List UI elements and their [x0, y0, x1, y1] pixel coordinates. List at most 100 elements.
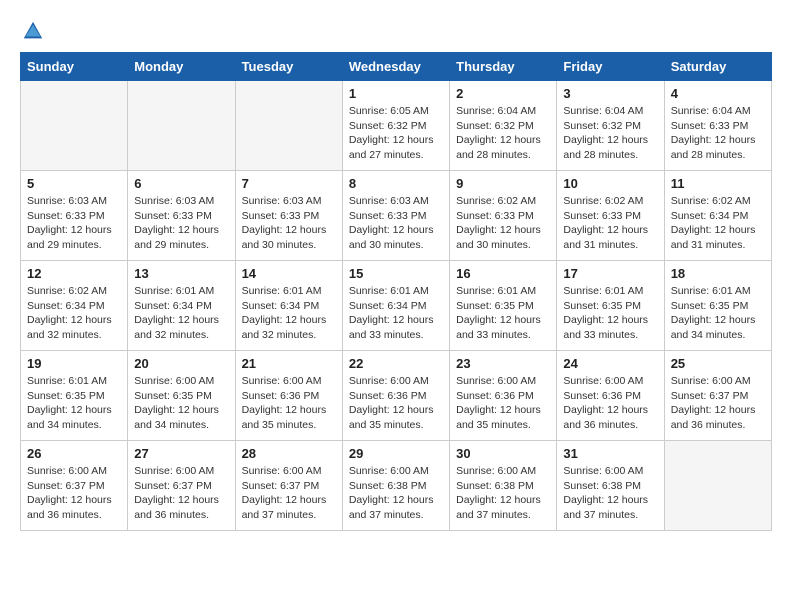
calendar-cell: 7 Sunrise: 6:03 AMSunset: 6:33 PMDaylight…: [235, 171, 342, 261]
day-number: 11: [671, 176, 765, 191]
calendar-cell: 24 Sunrise: 6:00 AMSunset: 6:36 PMDayligh…: [557, 351, 664, 441]
day-info: Sunrise: 6:00 AMSunset: 6:38 PMDaylight:…: [456, 464, 550, 523]
day-number: 18: [671, 266, 765, 281]
page-header: [20, 20, 772, 42]
day-info: Sunrise: 6:04 AMSunset: 6:32 PMDaylight:…: [456, 104, 550, 163]
calendar-header-friday: Friday: [557, 53, 664, 81]
calendar-cell: 15 Sunrise: 6:01 AMSunset: 6:34 PMDayligh…: [342, 261, 449, 351]
day-number: 7: [242, 176, 336, 191]
day-info: Sunrise: 6:02 AMSunset: 6:33 PMDaylight:…: [456, 194, 550, 253]
calendar-cell: 17 Sunrise: 6:01 AMSunset: 6:35 PMDayligh…: [557, 261, 664, 351]
day-number: 31: [563, 446, 657, 461]
calendar-header-row: SundayMondayTuesdayWednesdayThursdayFrid…: [21, 53, 772, 81]
day-number: 8: [349, 176, 443, 191]
day-number: 10: [563, 176, 657, 191]
calendar-week-row-1: 1 Sunrise: 6:05 AMSunset: 6:32 PMDaylight…: [21, 81, 772, 171]
day-number: 22: [349, 356, 443, 371]
calendar-cell: [664, 441, 771, 531]
day-number: 16: [456, 266, 550, 281]
calendar-cell: 13Sunrise: 6:01 AMSunset: 6:34 PMDayligh…: [128, 261, 235, 351]
day-number: 21: [242, 356, 336, 371]
calendar-cell: 16 Sunrise: 6:01 AMSunset: 6:35 PMDayligh…: [450, 261, 557, 351]
day-info: Sunrise: 6:00 AMSunset: 6:36 PMDaylight:…: [242, 374, 336, 433]
day-number: 15: [349, 266, 443, 281]
calendar-cell: 10 Sunrise: 6:02 AMSunset: 6:33 PMDayligh…: [557, 171, 664, 261]
calendar-cell: [21, 81, 128, 171]
day-info: Sunrise: 6:01 AMSunset: 6:35 PMDaylight:…: [27, 374, 121, 433]
calendar-header-monday: Monday: [128, 53, 235, 81]
day-number: 30: [456, 446, 550, 461]
day-number: 19: [27, 356, 121, 371]
logo: [20, 20, 44, 42]
day-number: 26: [27, 446, 121, 461]
day-info: Sunrise: 6:00 AMSunset: 6:36 PMDaylight:…: [349, 374, 443, 433]
day-info: Sunrise: 6:01 AMSunset: 6:35 PMDaylight:…: [456, 284, 550, 343]
calendar-cell: 1 Sunrise: 6:05 AMSunset: 6:32 PMDaylight…: [342, 81, 449, 171]
calendar-cell: [128, 81, 235, 171]
calendar-cell: 22 Sunrise: 6:00 AMSunset: 6:36 PMDayligh…: [342, 351, 449, 441]
day-info: Sunrise: 6:00 AMSunset: 6:38 PMDaylight:…: [349, 464, 443, 523]
day-number: 4: [671, 86, 765, 101]
day-number: 24: [563, 356, 657, 371]
day-number: 14: [242, 266, 336, 281]
calendar-cell: 11Sunrise: 6:02 AMSunset: 6:34 PMDayligh…: [664, 171, 771, 261]
day-info: Sunrise: 6:03 AMSunset: 6:33 PMDaylight:…: [134, 194, 228, 253]
calendar-cell: 25 Sunrise: 6:00 AMSunset: 6:37 PMDayligh…: [664, 351, 771, 441]
calendar-cell: 4 Sunrise: 6:04 AMSunset: 6:33 PMDaylight…: [664, 81, 771, 171]
day-info: Sunrise: 6:03 AMSunset: 6:33 PMDaylight:…: [242, 194, 336, 253]
calendar-header-sunday: Sunday: [21, 53, 128, 81]
day-info: Sunrise: 6:01 AMSunset: 6:35 PMDaylight:…: [563, 284, 657, 343]
calendar-cell: 28 Sunrise: 6:00 AMSunset: 6:37 PMDayligh…: [235, 441, 342, 531]
calendar-week-row-5: 26 Sunrise: 6:00 AMSunset: 6:37 PMDayligh…: [21, 441, 772, 531]
day-number: 5: [27, 176, 121, 191]
day-info: Sunrise: 6:04 AMSunset: 6:32 PMDaylight:…: [563, 104, 657, 163]
day-info: Sunrise: 6:03 AMSunset: 6:33 PMDaylight:…: [27, 194, 121, 253]
day-info: Sunrise: 6:01 AMSunset: 6:35 PMDaylight:…: [671, 284, 765, 343]
calendar-cell: 23 Sunrise: 6:00 AMSunset: 6:36 PMDayligh…: [450, 351, 557, 441]
calendar-week-row-4: 19 Sunrise: 6:01 AMSunset: 6:35 PMDayligh…: [21, 351, 772, 441]
day-number: 1: [349, 86, 443, 101]
day-info: Sunrise: 6:00 AMSunset: 6:36 PMDaylight:…: [563, 374, 657, 433]
day-info: Sunrise: 6:02 AMSunset: 6:34 PMDaylight:…: [27, 284, 121, 343]
day-info: Sunrise: 6:00 AMSunset: 6:37 PMDaylight:…: [671, 374, 765, 433]
calendar-header-tuesday: Tuesday: [235, 53, 342, 81]
day-number: 27: [134, 446, 228, 461]
day-number: 12: [27, 266, 121, 281]
day-number: 17: [563, 266, 657, 281]
calendar-header-saturday: Saturday: [664, 53, 771, 81]
day-info: Sunrise: 6:01 AMSunset: 6:34 PMDaylight:…: [349, 284, 443, 343]
day-info: Sunrise: 6:00 AMSunset: 6:37 PMDaylight:…: [27, 464, 121, 523]
day-number: 3: [563, 86, 657, 101]
calendar-cell: 3 Sunrise: 6:04 AMSunset: 6:32 PMDaylight…: [557, 81, 664, 171]
day-info: Sunrise: 6:00 AMSunset: 6:37 PMDaylight:…: [242, 464, 336, 523]
day-info: Sunrise: 6:04 AMSunset: 6:33 PMDaylight:…: [671, 104, 765, 163]
calendar-header-wednesday: Wednesday: [342, 53, 449, 81]
day-info: Sunrise: 6:00 AMSunset: 6:35 PMDaylight:…: [134, 374, 228, 433]
calendar-table: SundayMondayTuesdayWednesdayThursdayFrid…: [20, 52, 772, 531]
day-number: 25: [671, 356, 765, 371]
calendar-cell: 20 Sunrise: 6:00 AMSunset: 6:35 PMDayligh…: [128, 351, 235, 441]
calendar-cell: 30 Sunrise: 6:00 AMSunset: 6:38 PMDayligh…: [450, 441, 557, 531]
day-info: Sunrise: 6:01 AMSunset: 6:34 PMDaylight:…: [242, 284, 336, 343]
calendar-header-thursday: Thursday: [450, 53, 557, 81]
calendar-cell: 27Sunrise: 6:00 AMSunset: 6:37 PMDayligh…: [128, 441, 235, 531]
calendar-week-row-2: 5 Sunrise: 6:03 AMSunset: 6:33 PMDaylight…: [21, 171, 772, 261]
calendar-cell: 18 Sunrise: 6:01 AMSunset: 6:35 PMDayligh…: [664, 261, 771, 351]
day-info: Sunrise: 6:05 AMSunset: 6:32 PMDaylight:…: [349, 104, 443, 163]
calendar-cell: 21 Sunrise: 6:00 AMSunset: 6:36 PMDayligh…: [235, 351, 342, 441]
calendar-cell: 19 Sunrise: 6:01 AMSunset: 6:35 PMDayligh…: [21, 351, 128, 441]
day-number: 2: [456, 86, 550, 101]
day-number: 20: [134, 356, 228, 371]
day-number: 28: [242, 446, 336, 461]
day-number: 9: [456, 176, 550, 191]
day-info: Sunrise: 6:03 AMSunset: 6:33 PMDaylight:…: [349, 194, 443, 253]
day-info: Sunrise: 6:02 AMSunset: 6:33 PMDaylight:…: [563, 194, 657, 253]
calendar-cell: [235, 81, 342, 171]
calendar-cell: 12 Sunrise: 6:02 AMSunset: 6:34 PMDayligh…: [21, 261, 128, 351]
calendar-cell: 9 Sunrise: 6:02 AMSunset: 6:33 PMDaylight…: [450, 171, 557, 261]
day-number: 23: [456, 356, 550, 371]
calendar-cell: 14 Sunrise: 6:01 AMSunset: 6:34 PMDayligh…: [235, 261, 342, 351]
calendar-cell: 2 Sunrise: 6:04 AMSunset: 6:32 PMDaylight…: [450, 81, 557, 171]
logo-icon: [22, 20, 44, 42]
day-info: Sunrise: 6:00 AMSunset: 6:36 PMDaylight:…: [456, 374, 550, 433]
